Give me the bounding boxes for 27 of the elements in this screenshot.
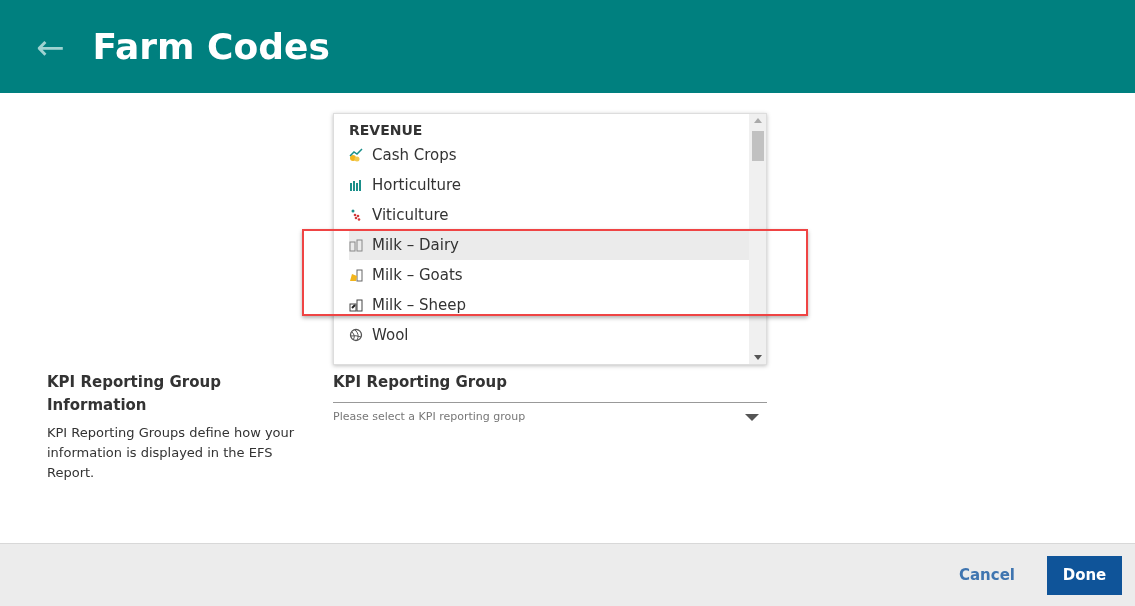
sheep-bottle-icon <box>349 298 363 312</box>
chart-coins-icon <box>349 148 363 162</box>
scroll-up-icon[interactable] <box>753 118 762 123</box>
scroll-thumb[interactable] <box>751 131 764 161</box>
tag-option[interactable]: Horticulture <box>349 170 749 200</box>
tag-option[interactable]: Milk – Dairy <box>349 230 749 260</box>
bottles-icon <box>349 238 363 252</box>
scroll-down-icon[interactable] <box>753 355 762 360</box>
yarn-ball-icon <box>349 328 363 342</box>
page-title: Farm Codes <box>92 24 330 69</box>
field-label: KPI Reporting Group <box>333 372 508 393</box>
tag-option[interactable]: Cash Crops <box>349 140 749 170</box>
scrollbar[interactable] <box>749 114 766 364</box>
tag-option[interactable]: Milk – Goats <box>349 260 749 290</box>
cancel-button[interactable]: Cancel <box>959 563 1015 587</box>
tag-option[interactable]: Viticulture <box>349 200 749 230</box>
kpi-group-select[interactable]: Please select a KPI reporting group <box>333 402 767 432</box>
section-title: KPI Reporting Group Information <box>47 372 222 416</box>
tag-option[interactable]: Wool <box>349 320 749 350</box>
dropdown-caret-icon <box>745 414 759 421</box>
grapes-icon <box>349 208 363 222</box>
plants-icon <box>349 178 363 192</box>
section-description: KPI Reporting Groups define how your information is displayed in the EFS Report. <box>47 424 296 482</box>
goat-bottle-icon <box>349 268 363 282</box>
tag-option[interactable]: Milk – Sheep <box>349 290 749 320</box>
done-button[interactable]: Done <box>1047 555 1122 595</box>
group-heading: REVENUE <box>349 121 424 140</box>
